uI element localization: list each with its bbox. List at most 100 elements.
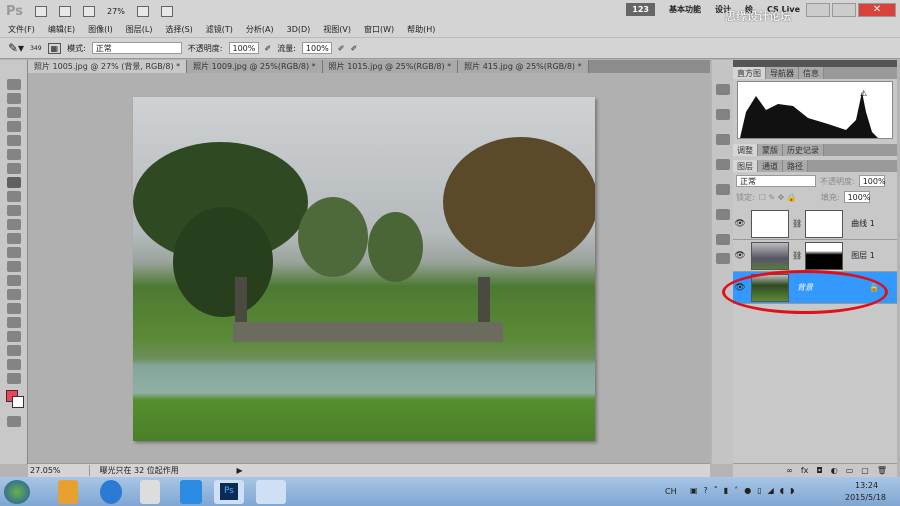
screen-mode-icon[interactable] (160, 5, 173, 17)
tab-info[interactable]: 信息 (799, 67, 824, 79)
pressure-size-icon[interactable]: ✐ (351, 44, 358, 53)
status-message[interactable]: 曝光只在 32 位起作用 (88, 465, 229, 476)
background-color-swatch[interactable] (12, 396, 24, 408)
marquee-tool-icon[interactable] (7, 93, 21, 104)
menu-analysis[interactable]: 分析(A) (246, 24, 274, 35)
fx-icon[interactable]: fx (801, 466, 809, 475)
3d-panel-icon[interactable] (716, 209, 730, 220)
tab-paths[interactable]: 路径 (783, 160, 808, 172)
flow-input[interactable]: 100% (301, 42, 332, 54)
gradient-tool-icon[interactable] (7, 233, 21, 244)
pen-tool-icon[interactable] (7, 275, 21, 286)
dodge-tool-icon[interactable] (7, 261, 21, 272)
menu-file[interactable]: 文件(F) (8, 24, 35, 35)
lock-icons[interactable]: ☐ ✎ ✥ 🔒 (759, 193, 797, 202)
eraser-tool-icon[interactable] (7, 219, 21, 230)
tab-adjustments[interactable]: 调整 (733, 144, 758, 156)
move-tool-icon[interactable] (7, 79, 21, 90)
stamp-tool-icon[interactable] (7, 191, 21, 202)
menu-edit[interactable]: 编辑(E) (48, 24, 75, 35)
path-select-tool-icon[interactable] (7, 303, 21, 314)
tab-masks[interactable]: 蒙版 (758, 144, 783, 156)
3d-orbit-tool-icon[interactable] (7, 345, 21, 356)
group-icon[interactable]: ▭ (846, 466, 854, 475)
bridge-icon[interactable] (35, 5, 48, 17)
clone-source-icon[interactable] (716, 134, 730, 145)
tab-histogram[interactable]: 直方图 (733, 67, 766, 79)
zoom-dropdown[interactable]: 27% (107, 7, 125, 16)
opacity-input[interactable]: 100% (228, 42, 259, 54)
tab-history[interactable]: 历史记录 (783, 144, 824, 156)
character-panel-icon[interactable] (716, 159, 730, 170)
menu-image[interactable]: 图像(I) (88, 24, 113, 35)
tab-layers[interactable]: 图层 (733, 160, 758, 172)
brush-panel-icon[interactable]: ▦ (47, 42, 62, 54)
zoom-tool-icon[interactable] (7, 373, 21, 384)
tab-navigator[interactable]: 导航器 (766, 67, 799, 79)
tab-channels[interactable]: 通道 (758, 160, 783, 172)
add-mask-icon[interactable]: ◘ (816, 466, 822, 475)
layer-1[interactable]: 👁 ⛓ 图层 1 (733, 240, 897, 272)
menu-layer[interactable]: 图层(L) (126, 24, 153, 35)
animation-panel-icon[interactable] (716, 109, 730, 120)
menu-3d[interactable]: 3D(D) (287, 25, 311, 34)
workspace-counter[interactable]: 123 (626, 3, 655, 16)
eye-icon[interactable]: 👁 (733, 251, 747, 261)
3d-rotate-tool-icon[interactable] (7, 331, 21, 342)
layer-curves-1[interactable]: 👁 ⛓ 曲线 1 (733, 208, 897, 240)
start-button[interactable] (4, 480, 30, 504)
menu-help[interactable]: 帮助(H) (407, 24, 435, 35)
lasso-tool-icon[interactable] (7, 107, 21, 118)
doc-tab-1009[interactable]: 照片 1009.jpg @ 25%(RGB/8) * (187, 60, 323, 73)
crop-tool-icon[interactable] (7, 135, 21, 146)
tray-icons[interactable]: ▣?˚▮˄●▯◢◖◗ (690, 486, 800, 495)
quick-mask-icon[interactable] (7, 416, 21, 427)
link-layers-icon[interactable]: ∞ (786, 466, 793, 475)
hand-tool-icon[interactable] (7, 359, 21, 370)
doc-tab-1005[interactable]: 照片 1005.jpg @ 27% (背景, RGB/8) * (28, 60, 188, 73)
layer-opacity-input[interactable]: 100% (858, 175, 886, 187)
history-brush-icon[interactable] (7, 205, 21, 216)
brush-preset-icon[interactable]: ✎▾ (8, 41, 24, 55)
pressure-opacity-icon[interactable]: ✐ (265, 44, 272, 53)
paragraph-panel-icon[interactable] (716, 184, 730, 195)
document-image[interactable] (133, 97, 595, 441)
brush-size[interactable]: 349 (30, 45, 41, 52)
zoom-level[interactable]: 27.05% (30, 466, 61, 475)
media-player-icon[interactable] (58, 480, 78, 504)
sogou-icon[interactable] (100, 480, 122, 504)
fill-input[interactable]: 100% (843, 191, 870, 203)
delete-layer-icon[interactable]: 🗑 (877, 466, 887, 475)
shape-tool-icon[interactable] (7, 317, 21, 328)
type-tool-icon[interactable] (7, 289, 21, 300)
brush-tool-icon[interactable] (7, 177, 21, 188)
explorer-taskbar-icon[interactable] (256, 480, 286, 504)
menu-window[interactable]: 窗口(W) (364, 24, 394, 35)
view-extras-icon[interactable] (83, 5, 96, 17)
arrange-icon[interactable] (136, 5, 149, 17)
airbrush-icon[interactable]: ✐ (338, 44, 345, 53)
eye-icon[interactable]: 👁 (733, 219, 747, 229)
blur-tool-icon[interactable] (7, 247, 21, 258)
eyedropper-tool-icon[interactable] (7, 149, 21, 160)
notes-panel-icon[interactable] (716, 253, 730, 264)
menu-select[interactable]: 选择(S) (165, 24, 192, 35)
workspace-essentials[interactable]: 基本功能 (669, 4, 701, 15)
quick-select-tool-icon[interactable] (7, 121, 21, 132)
search-app-icon[interactable] (140, 480, 160, 504)
menu-view[interactable]: 视图(V) (323, 24, 351, 35)
minibridge-icon[interactable] (59, 5, 72, 17)
healing-tool-icon[interactable] (7, 163, 21, 174)
adjustment-layer-icon[interactable]: ◐ (831, 466, 838, 475)
blend-mode-select[interactable]: 正常 (736, 175, 816, 187)
new-layer-icon[interactable]: ▢ (861, 466, 869, 475)
baidu-cloud-icon[interactable] (180, 480, 202, 504)
photoshop-taskbar-icon[interactable]: Ps (220, 483, 238, 500)
clock-date[interactable]: 2015/5/18 (845, 493, 886, 502)
measurement-panel-icon[interactable] (716, 234, 730, 245)
language-indicator[interactable]: CH (665, 487, 677, 496)
status-menu-arrow[interactable]: ▶ (237, 466, 243, 475)
minibridge-panel-icon[interactable] (716, 84, 730, 95)
menu-filter[interactable]: 滤镜(T) (206, 24, 233, 35)
mode-select[interactable]: 正常 (91, 42, 182, 54)
